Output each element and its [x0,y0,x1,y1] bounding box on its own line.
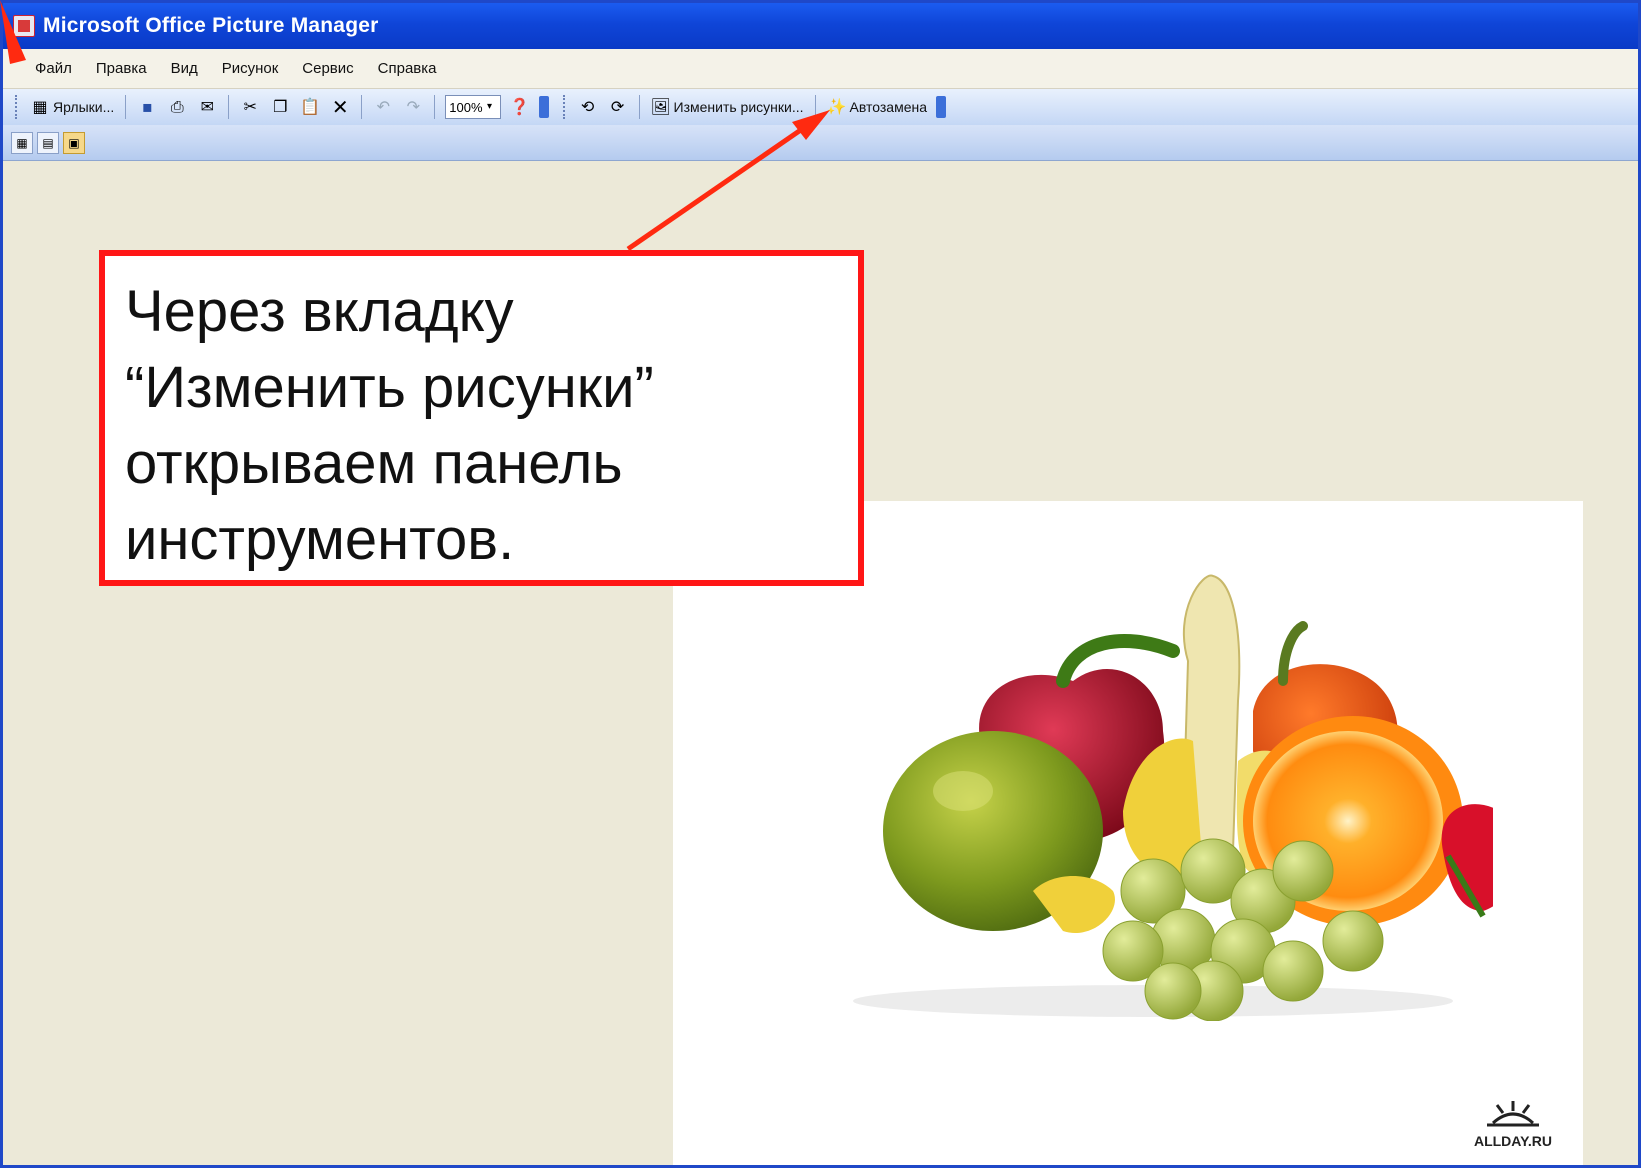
toolbar-separator [434,95,436,119]
toolbar-separator [638,95,640,119]
instruction-callout: Через вкладку “Изменить рисунки” открыва… [99,250,864,586]
callout-line: “Изменить рисунки” [125,355,654,420]
rotate-right-icon: ⟳ [610,97,625,116]
callout-line: инструментов. [125,507,515,572]
undo-button[interactable]: ↶ [370,93,396,121]
cut-button[interactable]: ✂ [237,93,263,121]
edit-pictures-label: Изменить рисунки... [673,99,804,115]
rotate-right-button[interactable]: ⟳ [605,93,631,121]
help-icon: ❓ [509,97,530,116]
edit-pictures-button[interactable]: 🖼 Изменить рисунки... [648,93,807,121]
watermark-text: ALLDAY.RU [1473,1133,1553,1149]
email-button[interactable]: ✉ [194,93,220,121]
toolbar-grip[interactable] [562,95,567,119]
copy-icon: ❐ [273,97,288,116]
paste-button[interactable]: 📋 [297,93,323,121]
thumbnail-view-button[interactable]: ▦ [11,131,33,154]
thumbnail-view-icon: ▦ [16,135,28,150]
shortcuts-button[interactable]: ▦ Ярлыки... [27,93,117,121]
copy-button[interactable]: ❐ [267,93,293,121]
zoom-select[interactable]: 100% ▾ [445,95,501,119]
menu-view[interactable]: Вид [171,60,198,77]
delete-button[interactable]: ✕ [327,93,353,121]
callout-line: Через вкладку [125,279,514,344]
menu-file[interactable]: Файл [35,60,72,77]
paste-icon: 📋 [300,97,321,116]
view-toolbar: ▦ ▤ ▣ [3,125,1638,161]
chevron-down-icon: ▾ [487,101,493,112]
rotate-left-button[interactable]: ⟲ [575,93,601,121]
toolbar-separator [125,95,127,119]
shortcuts-label: Ярлыки... [53,99,115,115]
autocorrect-icon: ✨ [826,97,847,116]
autocorrect-label: Автозамена [849,99,928,115]
menu-edit[interactable]: Правка [96,60,147,77]
filmstrip-view-button[interactable]: ▤ [37,131,59,154]
save-button[interactable]: ▪ [134,93,160,121]
edit-pictures-icon: 🖼 [650,97,671,116]
undo-icon: ↶ [376,97,390,116]
standard-toolbar: ▦ Ярлыки... ▪ ⎙ ✉ ✂ ❐ 📋 ✕ ↶ ↷ 100% ▾ ❓ ⟲… [3,89,1638,125]
toolbar-separator [814,95,816,119]
picture-preview[interactable]: ALLDAY.RU [673,501,1583,1165]
sun-logo-icon [1487,1101,1539,1127]
picture-manager-app-icon[interactable] [13,15,35,37]
toolbar-separator [361,95,363,119]
menu-picture[interactable]: Рисунок [222,60,279,77]
filmstrip-view-icon: ▤ [42,135,54,150]
toolbar-options-chevron[interactable] [936,96,947,118]
email-icon: ✉ [200,97,214,116]
toolbar-standard-section: ▦ Ярлыки... ▪ ⎙ ✉ ✂ ❐ 📋 ✕ ↶ ↷ 100% ▾ ❓ [11,91,553,123]
toolbar-separator [228,95,230,119]
alldayru-watermark: ALLDAY.RU [1463,1099,1563,1159]
toolbar-picture-section: ⟲ ⟳ 🖼 Изменить рисунки... ✨ Автозамена [559,91,951,123]
help-button[interactable]: ❓ [507,93,533,121]
window-title: Microsoft Office Picture Manager [43,14,379,37]
rotate-left-icon: ⟲ [580,97,595,116]
single-picture-view-icon: ▣ [68,135,80,150]
zoom-value: 100% [449,99,483,115]
autocorrect-button[interactable]: ✨ Автозамена [824,93,931,121]
shortcuts-icon: ▦ [32,97,48,116]
scissors-icon: ✂ [243,97,257,116]
save-icon: ▪ [141,97,153,116]
callout-line: открываем панель [125,431,623,496]
app-window: Microsoft Office Picture Manager Файл Пр… [0,0,1641,1168]
print-button[interactable]: ⎙ [164,93,190,121]
title-bar[interactable]: Microsoft Office Picture Manager [3,3,1638,49]
menu-tools[interactable]: Сервис [302,60,353,77]
menu-bar: Файл Правка Вид Рисунок Сервис Справка [3,49,1638,89]
redo-icon: ↷ [406,97,420,116]
print-icon: ⎙ [170,97,184,116]
fruit-photo [853,574,1493,1021]
close-icon: ✕ [331,95,349,119]
single-picture-view-button[interactable]: ▣ [63,131,85,154]
toolbar-grip[interactable] [15,95,19,119]
toolbar-options-chevron[interactable] [538,96,549,118]
redo-button[interactable]: ↷ [400,93,426,121]
menu-help[interactable]: Справка [378,60,437,77]
